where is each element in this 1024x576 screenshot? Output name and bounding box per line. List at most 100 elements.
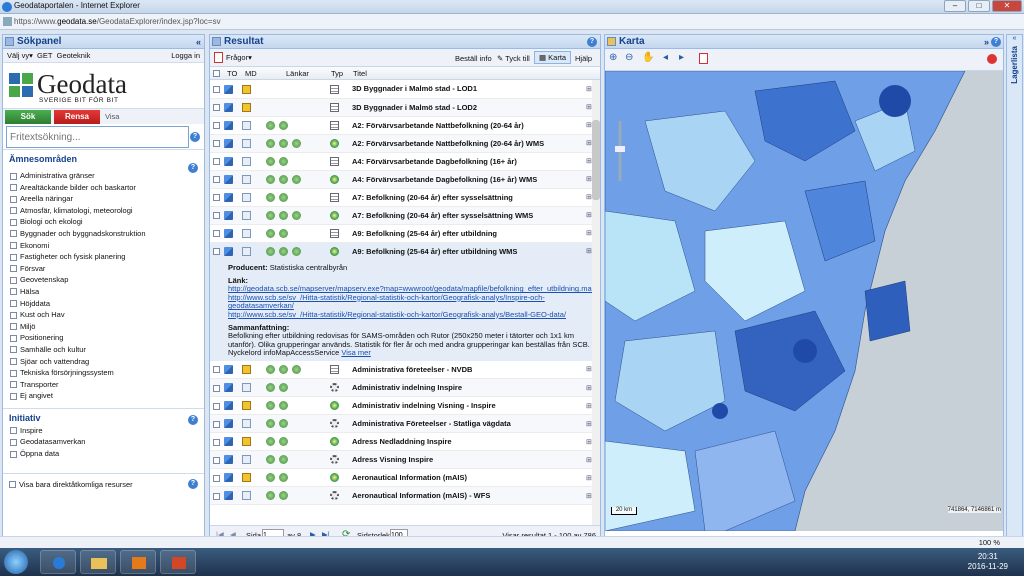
- direct-access-option[interactable]: Visa bara direktåtkomliga resurser: [9, 480, 133, 489]
- free-text-search-input[interactable]: [6, 126, 189, 148]
- to-icon[interactable]: [224, 419, 233, 429]
- metadata-icon[interactable]: [242, 473, 251, 483]
- subject-item[interactable]: Areella näringar: [3, 194, 204, 206]
- maximize-button[interactable]: □: [968, 0, 990, 12]
- to-icon[interactable]: [224, 365, 233, 375]
- row-checkbox[interactable]: [213, 474, 220, 482]
- address-url[interactable]: https://www.geodata.se/GeodataExplorer/i…: [14, 17, 221, 26]
- row-checkbox[interactable]: [213, 438, 220, 446]
- metadata-icon[interactable]: [242, 419, 251, 429]
- to-icon[interactable]: [224, 491, 233, 501]
- subject-item[interactable]: Höjddata: [3, 299, 204, 311]
- row-checkbox[interactable]: [213, 492, 220, 500]
- result-row[interactable]: A9: Befolkning (25-64 år) efter utbildni…: [210, 242, 600, 261]
- result-row[interactable]: A4: Förvärvsarbetande Dagbefolkning (16+…: [210, 152, 600, 171]
- metadata-icon[interactable]: [242, 102, 251, 112]
- link-icon[interactable]: [292, 174, 301, 184]
- row-checkbox[interactable]: [213, 212, 220, 220]
- link-icon[interactable]: [279, 246, 288, 256]
- result-row[interactable]: Aeronautical Information (mAIS) - WFS ⊞: [210, 486, 600, 506]
- link-icon[interactable]: [279, 138, 288, 148]
- zoom-out-icon[interactable]: ⊖: [625, 52, 633, 63]
- subject-checkbox[interactable]: [10, 334, 17, 342]
- link-icon[interactable]: [279, 365, 288, 375]
- metadata-icon[interactable]: [242, 84, 251, 94]
- metadata-icon[interactable]: [242, 491, 251, 501]
- subject-item[interactable]: Försvar: [3, 264, 204, 276]
- link-icon[interactable]: [266, 455, 275, 465]
- to-icon[interactable]: [224, 84, 233, 94]
- row-title[interactable]: A2: Förvärvsarbetande Nattbefolkning (20…: [350, 134, 586, 153]
- subject-item[interactable]: Hälsa: [3, 287, 204, 299]
- result-row[interactable]: Administrativ indelning Inspire ⊞: [210, 378, 600, 398]
- back-arrow-icon[interactable]: ◂: [663, 52, 668, 63]
- metadata-icon[interactable]: [242, 174, 251, 184]
- subject-item[interactable]: Byggnader och byggnadskonstruktion: [3, 229, 204, 241]
- results-scrollbar[interactable]: [592, 80, 600, 525]
- link-icon[interactable]: [266, 228, 275, 238]
- result-row[interactable]: Adress Nedladdning Inspire ⊞: [210, 432, 600, 452]
- to-icon[interactable]: [224, 455, 233, 465]
- to-icon[interactable]: [224, 228, 233, 238]
- taskbar-folder-icon[interactable]: [80, 550, 116, 574]
- choropleth-map[interactable]: [605, 71, 1004, 531]
- row-title[interactable]: A4: Förvärvsarbetande Dagbefolkning (16+…: [350, 170, 586, 189]
- minimize-button[interactable]: –: [944, 0, 966, 12]
- link-icon[interactable]: [279, 437, 288, 447]
- metadata-icon[interactable]: [242, 246, 251, 256]
- questions-menu[interactable]: Frågor▾: [226, 53, 252, 62]
- zoom-level[interactable]: 100 %: [979, 538, 1000, 547]
- close-window-button[interactable]: ✕: [992, 0, 1022, 12]
- address-bar[interactable]: https://www.geodata.se/GeodataExplorer/i…: [0, 14, 1024, 30]
- row-checkbox[interactable]: [213, 366, 220, 374]
- feedback-button[interactable]: ✎ Tyck till: [492, 52, 535, 65]
- link-icon[interactable]: [292, 210, 301, 220]
- subject-item[interactable]: Tekniska försörjningssystem: [3, 368, 204, 380]
- link-icon[interactable]: [266, 383, 275, 393]
- initiative-checkbox[interactable]: [10, 427, 17, 435]
- link-icon[interactable]: [266, 156, 275, 166]
- subjects-help-icon[interactable]: ?: [188, 163, 198, 173]
- to-icon[interactable]: [224, 102, 233, 112]
- results-help-icon[interactable]: ?: [587, 37, 597, 47]
- subject-checkbox[interactable]: [10, 311, 17, 319]
- initiative-checkbox[interactable]: [10, 450, 17, 458]
- row-title[interactable]: A7: Befolkning (20-64 år) efter sysselsä…: [350, 188, 586, 207]
- metadata-icon[interactable]: [242, 365, 251, 375]
- menu-geoteknik[interactable]: Geoteknik: [57, 51, 91, 60]
- row-title[interactable]: A4: Förvärvsarbetande Dagbefolkning (16+…: [350, 152, 586, 171]
- link-icon[interactable]: [279, 120, 288, 130]
- row-checkbox[interactable]: [213, 122, 220, 130]
- row-checkbox[interactable]: [213, 420, 220, 428]
- subject-checkbox[interactable]: [10, 358, 17, 366]
- subject-checkbox[interactable]: [10, 184, 17, 192]
- link-icon[interactable]: [292, 138, 301, 148]
- row-title[interactable]: Aeronautical Information (mAIS): [350, 468, 586, 488]
- link-icon[interactable]: [266, 401, 275, 411]
- row-title[interactable]: A9: Befolkning (25-64 år) efter utbildni…: [350, 224, 586, 243]
- link-icon[interactable]: [266, 138, 275, 148]
- subject-item[interactable]: Miljö: [3, 322, 204, 334]
- subject-item[interactable]: Biologi och ekologi: [3, 217, 204, 229]
- col-md[interactable]: MD: [245, 69, 257, 78]
- metadata-icon[interactable]: [242, 192, 251, 202]
- metadata-icon[interactable]: [242, 156, 251, 166]
- subject-checkbox[interactable]: [10, 381, 17, 389]
- result-row[interactable]: A7: Befolkning (20-64 år) efter sysselsä…: [210, 188, 600, 207]
- link-icon[interactable]: [266, 120, 275, 130]
- metadata-icon[interactable]: [242, 138, 251, 148]
- link-icon[interactable]: [266, 210, 275, 220]
- subject-item[interactable]: Fastigheter och fysisk planering: [3, 252, 204, 264]
- row-title[interactable]: Administrativ indelning Inspire: [350, 378, 586, 398]
- map-close-icon[interactable]: [987, 54, 997, 64]
- expand-right-icon[interactable]: »: [984, 35, 989, 49]
- login-link[interactable]: Logga in: [171, 49, 200, 63]
- result-row[interactable]: Aeronautical Information (mAIS) ⊞: [210, 468, 600, 488]
- to-icon[interactable]: [224, 210, 233, 220]
- result-row[interactable]: Administrativ indelning Visning - Inspir…: [210, 396, 600, 416]
- to-icon[interactable]: [224, 473, 233, 483]
- link-icon[interactable]: [279, 401, 288, 411]
- row-title[interactable]: A2: Förvärvsarbetande Nattbefolkning (20…: [350, 116, 586, 135]
- direct-access-checkbox[interactable]: [9, 481, 16, 489]
- link-icon[interactable]: [266, 174, 275, 184]
